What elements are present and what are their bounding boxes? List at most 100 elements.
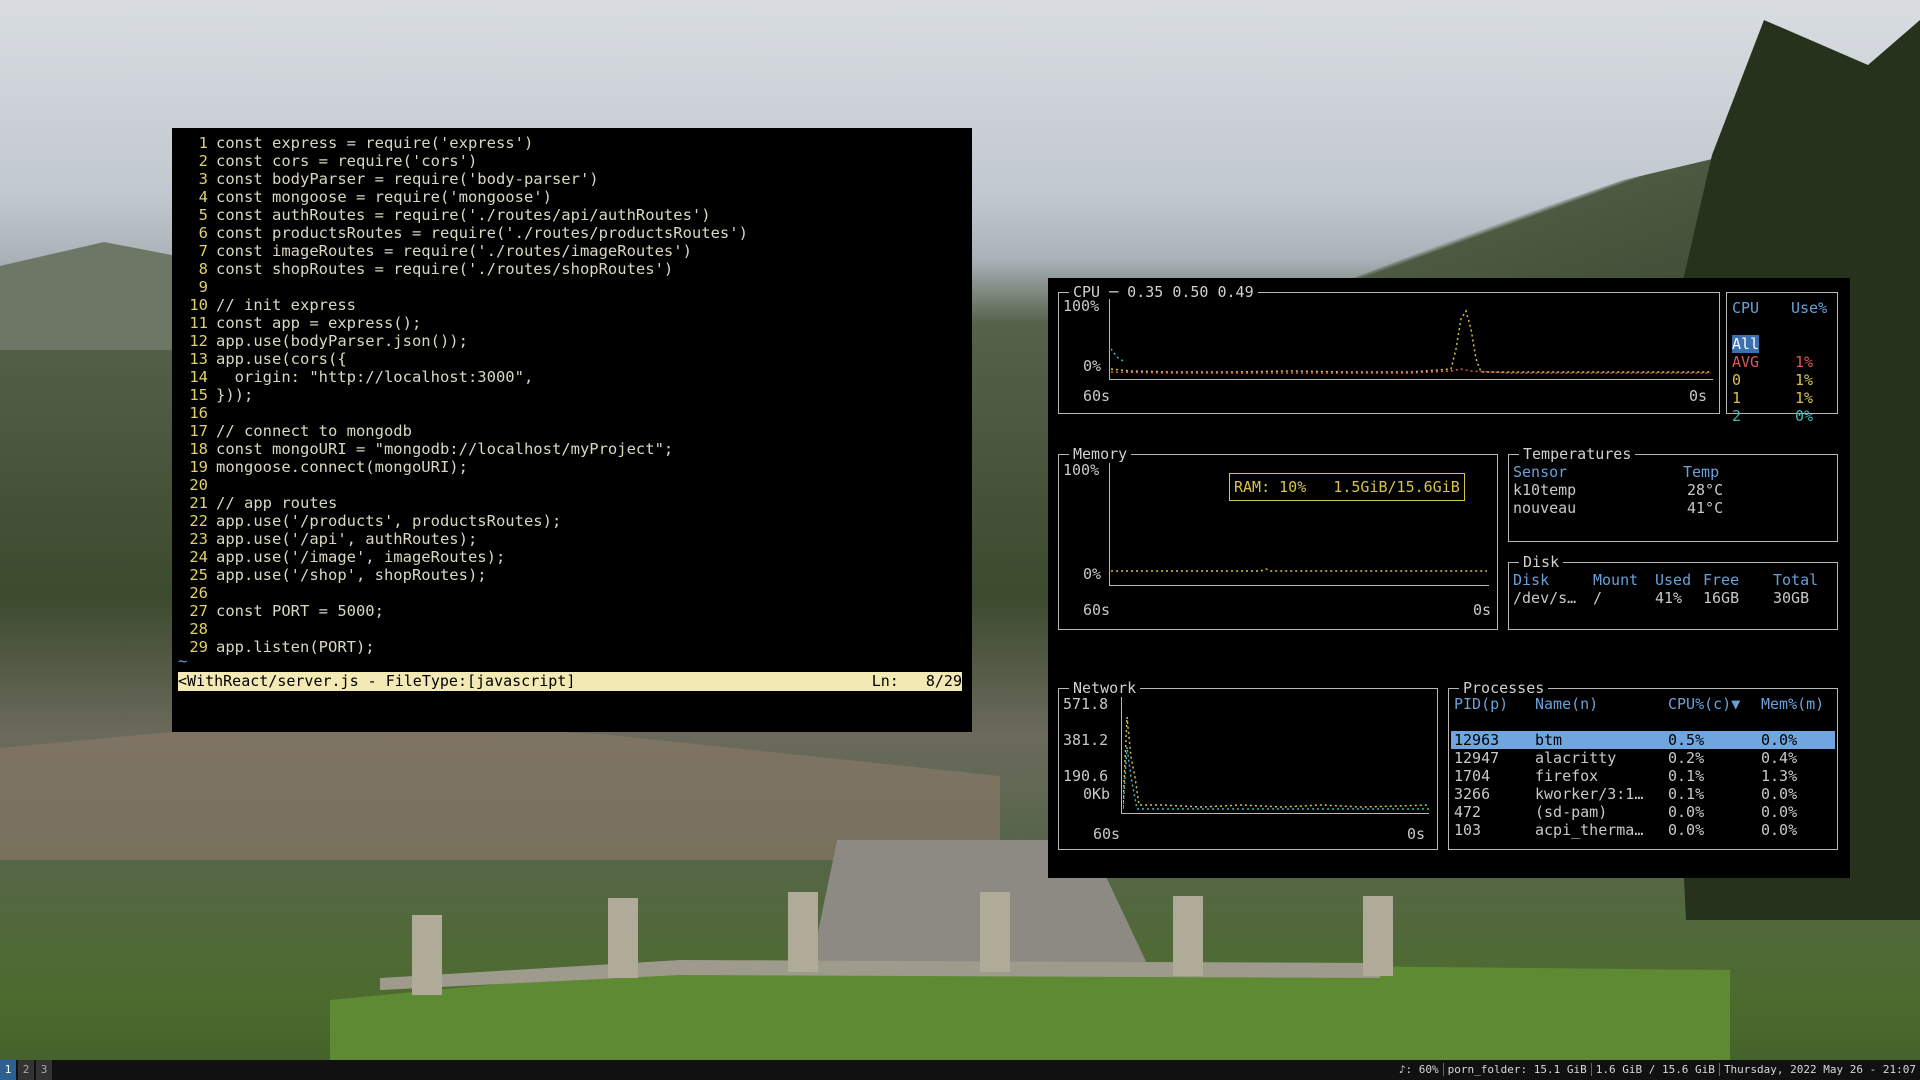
code-line[interactable]: 22 app.use('/products', productsRoutes);	[172, 512, 972, 530]
code-line[interactable]: 9	[172, 278, 972, 296]
code-text[interactable]: const bodyParser = require('body-parser'…	[216, 170, 599, 188]
cpu-legend-header-use: Use%	[1791, 299, 1828, 317]
code-line[interactable]: 17 // connect to mongodb	[172, 422, 972, 440]
code-text[interactable]: const express = require('express')	[216, 134, 533, 152]
code-line[interactable]: 5 const authRoutes = require('./routes/ap…	[172, 206, 972, 224]
code-text[interactable]: app.use('/shop', shopRoutes);	[216, 566, 487, 584]
cpu-x-axis-right: 0s	[1689, 387, 1708, 405]
process-header-name[interactable]: Name(n)	[1532, 695, 1665, 713]
code-text[interactable]: app.use('/image', imageRoutes);	[216, 548, 505, 566]
code-line[interactable]: 7 const imageRoutes = require('./routes/i…	[172, 242, 972, 260]
code-line[interactable]: 24 app.use('/image', imageRoutes);	[172, 548, 972, 566]
code-line[interactable]: 15}));	[172, 386, 972, 404]
temperature-value: 41°C	[1687, 499, 1724, 517]
process-row[interactable]: 3266 kworker/3:1… 0.1% 0.0%	[1451, 785, 1835, 803]
code-line[interactable]: 13 app.use(cors({	[172, 350, 972, 368]
code-text[interactable]: // init express	[216, 296, 356, 314]
code-text[interactable]: const authRoutes = require('./routes/api…	[216, 206, 711, 224]
btm-system-monitor-window[interactable]: CPU ─ 0.35 0.50 0.49 100% 0% 60s 0s CPU …	[1048, 278, 1850, 878]
process-mem: 1.3%	[1761, 767, 1798, 785]
code-line[interactable]: 2 const cors = require('cors')	[172, 152, 972, 170]
code-text[interactable]: const imageRoutes = require('./routes/im…	[216, 242, 692, 260]
workspace-button-2[interactable]: 2	[18, 1060, 34, 1080]
code-line[interactable]: 26	[172, 584, 972, 602]
code-text[interactable]: const cors = require('cors')	[216, 152, 477, 170]
code-line[interactable]: 4 const mongoose = require('mongoose')	[172, 188, 972, 206]
code-line[interactable]: 27 const PORT = 5000;	[172, 602, 972, 620]
workspace-button-3[interactable]: 3	[36, 1060, 52, 1080]
status-file-info: <WithReact/server.js - FileType:[javascr…	[178, 672, 576, 690]
process-row[interactable]: 12963 btm 0.5% 0.0%	[1451, 731, 1835, 749]
code-text[interactable]: app.use('/api', authRoutes);	[216, 530, 477, 548]
code-line[interactable]: 14 origin: "http://localhost:3000",	[172, 368, 972, 386]
code-text[interactable]: const productsRoutes = require('./routes…	[216, 224, 748, 242]
code-line[interactable]: 16	[172, 404, 972, 422]
code-text[interactable]: const mongoURI = "mongodb://localhost/my…	[216, 440, 673, 458]
clock[interactable]: Thursday, 2022 May 26 - 21:07	[1718, 1063, 1920, 1076]
process-header-cpu[interactable]: CPU%(c)▼	[1665, 695, 1758, 713]
code-line[interactable]: 19 mongoose.connect(mongoURI);	[172, 458, 972, 476]
disk-panel[interactable]: Disk Disk Mount Used Free Total /dev/s… …	[1508, 553, 1838, 630]
code-line[interactable]: 1 const express = require('express')	[172, 134, 972, 152]
cpu-legend-row-0[interactable]: 0	[1732, 371, 1741, 389]
process-row[interactable]: 103 acpi_therma… 0.0% 0.0%	[1451, 821, 1835, 839]
code-line[interactable]: 28	[172, 620, 972, 638]
code-line[interactable]: 25 app.use('/shop', shopRoutes);	[172, 566, 972, 584]
code-line[interactable]: 29 app.listen(PORT);	[172, 638, 972, 656]
cpu-legend-row-2[interactable]: 2	[1732, 407, 1741, 425]
code-line[interactable]: 18 const mongoURI = "mongodb://localhost/…	[172, 440, 972, 458]
memory-graph-panel[interactable]: Memory 100% 0% RAM: 10% 1.5GiB/15.6GiB 6…	[1058, 445, 1498, 630]
workspace-button-1[interactable]: 1	[0, 1060, 16, 1080]
temperatures-panel[interactable]: Temperatures Sensor Temp k10temp 28°C no…	[1508, 445, 1838, 542]
code-area[interactable]: 1 const express = require('express') 2 cons…	[172, 134, 972, 656]
code-text[interactable]: origin: "http://localhost:3000",	[216, 368, 534, 386]
cpu-usage-plot	[1111, 309, 1711, 374]
processes-panel[interactable]: Processes PID(p) Name(n) CPU%(c)▼ Mem%(m…	[1448, 679, 1838, 850]
disk-header-free: Free	[1703, 571, 1740, 589]
code-line[interactable]: 6 const productsRoutes = require('./route…	[172, 224, 972, 242]
process-header-pid[interactable]: PID(p)	[1451, 695, 1532, 713]
volume-status[interactable]: ♪: 60%	[1395, 1063, 1443, 1076]
line-number: 28	[189, 620, 208, 638]
code-line[interactable]: 8 const shopRoutes = require('./routes/sh…	[172, 260, 972, 278]
process-header-mem[interactable]: Mem%(m)	[1758, 695, 1835, 713]
empty-line-marker: ~	[178, 652, 188, 670]
process-row[interactable]: 472 (sd-pam) 0.0% 0.0%	[1451, 803, 1835, 821]
code-line[interactable]: 21 // app routes	[172, 494, 972, 512]
cpu-legend-name: All	[1732, 335, 1760, 353]
line-number: 16	[189, 404, 208, 422]
code-line[interactable]: 3 const bodyParser = require('body-parser…	[172, 170, 972, 188]
code-line[interactable]: 10 // init express	[172, 296, 972, 314]
process-name: alacritty	[1535, 749, 1617, 767]
cpu-legend-row-all[interactable]: All	[1732, 335, 1760, 353]
code-text[interactable]: app.use(cors({	[216, 350, 347, 368]
status-line-position: Ln: 8/29	[871, 672, 962, 690]
editor-terminal-window[interactable]: 1 const express = require('express') 2 cons…	[172, 128, 972, 732]
cpu-legend-row-avg[interactable]: AVG	[1732, 353, 1759, 371]
code-text[interactable]: // connect to mongodb	[216, 422, 412, 440]
code-text[interactable]: // app routes	[216, 494, 337, 512]
code-text[interactable]: app.listen(PORT);	[216, 638, 375, 656]
code-line[interactable]: 11 const app = express();	[172, 314, 972, 332]
cpu-legend-panel[interactable]: CPU Use% All AVG 1% 0 1% 1 1% 2 0%	[1726, 292, 1838, 425]
code-text[interactable]: }));	[216, 386, 253, 404]
process-row[interactable]: 12947 alacritty 0.2% 0.4%	[1451, 749, 1835, 767]
memory-y-axis-top: 100%	[1063, 461, 1100, 479]
network-graph-panel[interactable]: Network 571.8 381.2 190.6 0Kb 60s 0s	[1058, 679, 1438, 850]
code-text[interactable]: const PORT = 5000;	[216, 602, 384, 620]
code-text[interactable]: app.use('/products', productsRoutes);	[216, 512, 561, 530]
cpu-y-axis	[1109, 299, 1110, 379]
code-line[interactable]: 12 app.use(bodyParser.json());	[172, 332, 972, 350]
process-row[interactable]: 1704 firefox 0.1% 1.3%	[1451, 767, 1835, 785]
code-text[interactable]: const mongoose = require('mongoose')	[216, 188, 552, 206]
code-line[interactable]: 23 app.use('/api', authRoutes);	[172, 530, 972, 548]
line-number: 17	[189, 422, 208, 440]
code-text[interactable]: const shopRoutes = require('./routes/sho…	[216, 260, 673, 278]
cpu-legend-row-1[interactable]: 1	[1732, 389, 1741, 407]
code-text[interactable]: mongoose.connect(mongoURI);	[216, 458, 468, 476]
process-table[interactable]: PID(p) Name(n) CPU%(c)▼ Mem%(m) 12963 btm…	[1451, 695, 1835, 839]
code-text[interactable]: const app = express();	[216, 314, 421, 332]
cpu-graph-panel[interactable]: CPU ─ 0.35 0.50 0.49 100% 0% 60s 0s	[1058, 283, 1720, 414]
code-text[interactable]: app.use(bodyParser.json());	[216, 332, 468, 350]
code-line[interactable]: 20	[172, 476, 972, 494]
